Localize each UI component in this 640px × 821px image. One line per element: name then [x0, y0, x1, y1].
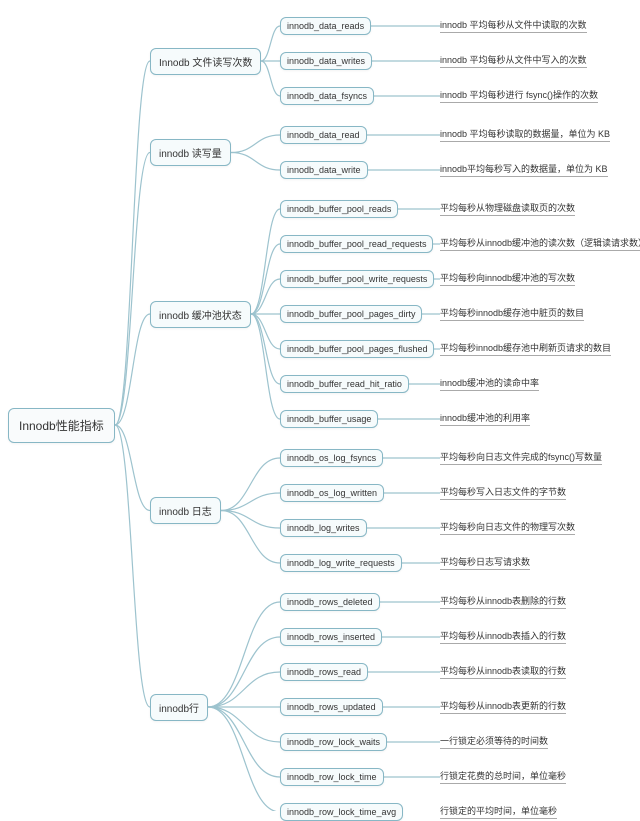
metric-description: 平均每秒写入日志文件的字节数: [440, 485, 566, 500]
metric-innodb_rows_read[interactable]: innodb_rows_read: [280, 663, 368, 681]
category-3[interactable]: innodb 日志: [150, 497, 221, 524]
metric-description: 平均每秒向innodb缓冲池的写次数: [440, 271, 575, 286]
metric-description: 平均每秒向日志文件的物理写次数: [440, 520, 575, 535]
metric-innodb_log_writes[interactable]: innodb_log_writes: [280, 519, 367, 537]
metric-innodb_row_lock_waits[interactable]: innodb_row_lock_waits: [280, 733, 387, 751]
metric-innodb_buffer_usage[interactable]: innodb_buffer_usage: [280, 410, 378, 428]
metric-description: innodb 平均每秒进行 fsync()操作的次数: [440, 88, 598, 103]
metric-description: 平均每秒从innodb表插入的行数: [440, 629, 566, 644]
metric-innodb_buffer_pool_read_requests[interactable]: innodb_buffer_pool_read_requests: [280, 235, 433, 253]
category-1[interactable]: innodb 读写量: [150, 139, 231, 166]
metric-description: 平均每秒从innodb表读取的行数: [440, 664, 566, 679]
metric-description: 平均每秒从innodb缓冲池的读次数（逻辑读请求数）: [440, 236, 640, 251]
metric-description: 平均每秒从innodb表删除的行数: [440, 594, 566, 609]
metric-innodb_rows_inserted[interactable]: innodb_rows_inserted: [280, 628, 382, 646]
metric-innodb_rows_updated[interactable]: innodb_rows_updated: [280, 698, 383, 716]
metric-innodb_os_log_written[interactable]: innodb_os_log_written: [280, 484, 384, 502]
metric-innodb_buffer_pool_pages_dirty[interactable]: innodb_buffer_pool_pages_dirty: [280, 305, 422, 323]
metric-innodb_rows_deleted[interactable]: innodb_rows_deleted: [280, 593, 380, 611]
metric-innodb_row_lock_time_avg[interactable]: innodb_row_lock_time_avg: [280, 803, 403, 821]
metric-description: innodb缓冲池的利用率: [440, 411, 530, 426]
metric-description: 行锁定的平均时间，单位毫秒: [440, 804, 557, 819]
metric-description: innodb 平均每秒读取的数据量，单位为 KB: [440, 127, 610, 142]
metric-innodb_log_write_requests[interactable]: innodb_log_write_requests: [280, 554, 402, 572]
metric-innodb_data_writes[interactable]: innodb_data_writes: [280, 52, 372, 70]
category-2[interactable]: innodb 缓冲池状态: [150, 301, 251, 328]
metric-description: 平均每秒向日志文件完成的fsync()写数量: [440, 450, 602, 465]
metric-description: 平均每秒从物理磁盘读取页的次数: [440, 201, 575, 216]
metric-innodb_buffer_pool_pages_flushed[interactable]: innodb_buffer_pool_pages_flushed: [280, 340, 434, 358]
metric-innodb_data_fsyncs[interactable]: innodb_data_fsyncs: [280, 87, 374, 105]
metric-innodb_buffer_read_hit_ratio[interactable]: innodb_buffer_read_hit_ratio: [280, 375, 409, 393]
metric-innodb_os_log_fsyncs[interactable]: innodb_os_log_fsyncs: [280, 449, 383, 467]
category-4[interactable]: innodb行: [150, 694, 208, 721]
metric-description: 行锁定花费的总时间，单位毫秒: [440, 769, 566, 784]
metric-description: innodb缓冲池的读命中率: [440, 376, 539, 391]
category-0[interactable]: Innodb 文件读写次数: [150, 48, 261, 75]
metric-description: innodb平均每秒写入的数据量，单位为 KB: [440, 162, 608, 177]
metric-description: 一行锁定必须等待的时间数: [440, 734, 548, 749]
metric-description: innodb 平均每秒从文件中写入的次数: [440, 53, 587, 68]
metric-description: innodb 平均每秒从文件中读取的次数: [440, 18, 587, 33]
metric-innodb_data_write[interactable]: innodb_data_write: [280, 161, 368, 179]
metric-description: 平均每秒innodb缓存池中脏页的数目: [440, 306, 584, 321]
root-node[interactable]: Innodb性能指标: [8, 408, 115, 443]
metric-description: 平均每秒从innodb表更新的行数: [440, 699, 566, 714]
metric-description: 平均每秒日志写请求数: [440, 555, 530, 570]
metric-innodb_data_reads[interactable]: innodb_data_reads: [280, 17, 371, 35]
metric-innodb_buffer_pool_write_requests[interactable]: innodb_buffer_pool_write_requests: [280, 270, 434, 288]
metric-innodb_row_lock_time[interactable]: innodb_row_lock_time: [280, 768, 384, 786]
metric-innodb_data_read[interactable]: innodb_data_read: [280, 126, 367, 144]
metric-description: 平均每秒innodb缓存池中刷新页请求的数目: [440, 341, 611, 356]
metric-innodb_buffer_pool_reads[interactable]: innodb_buffer_pool_reads: [280, 200, 398, 218]
